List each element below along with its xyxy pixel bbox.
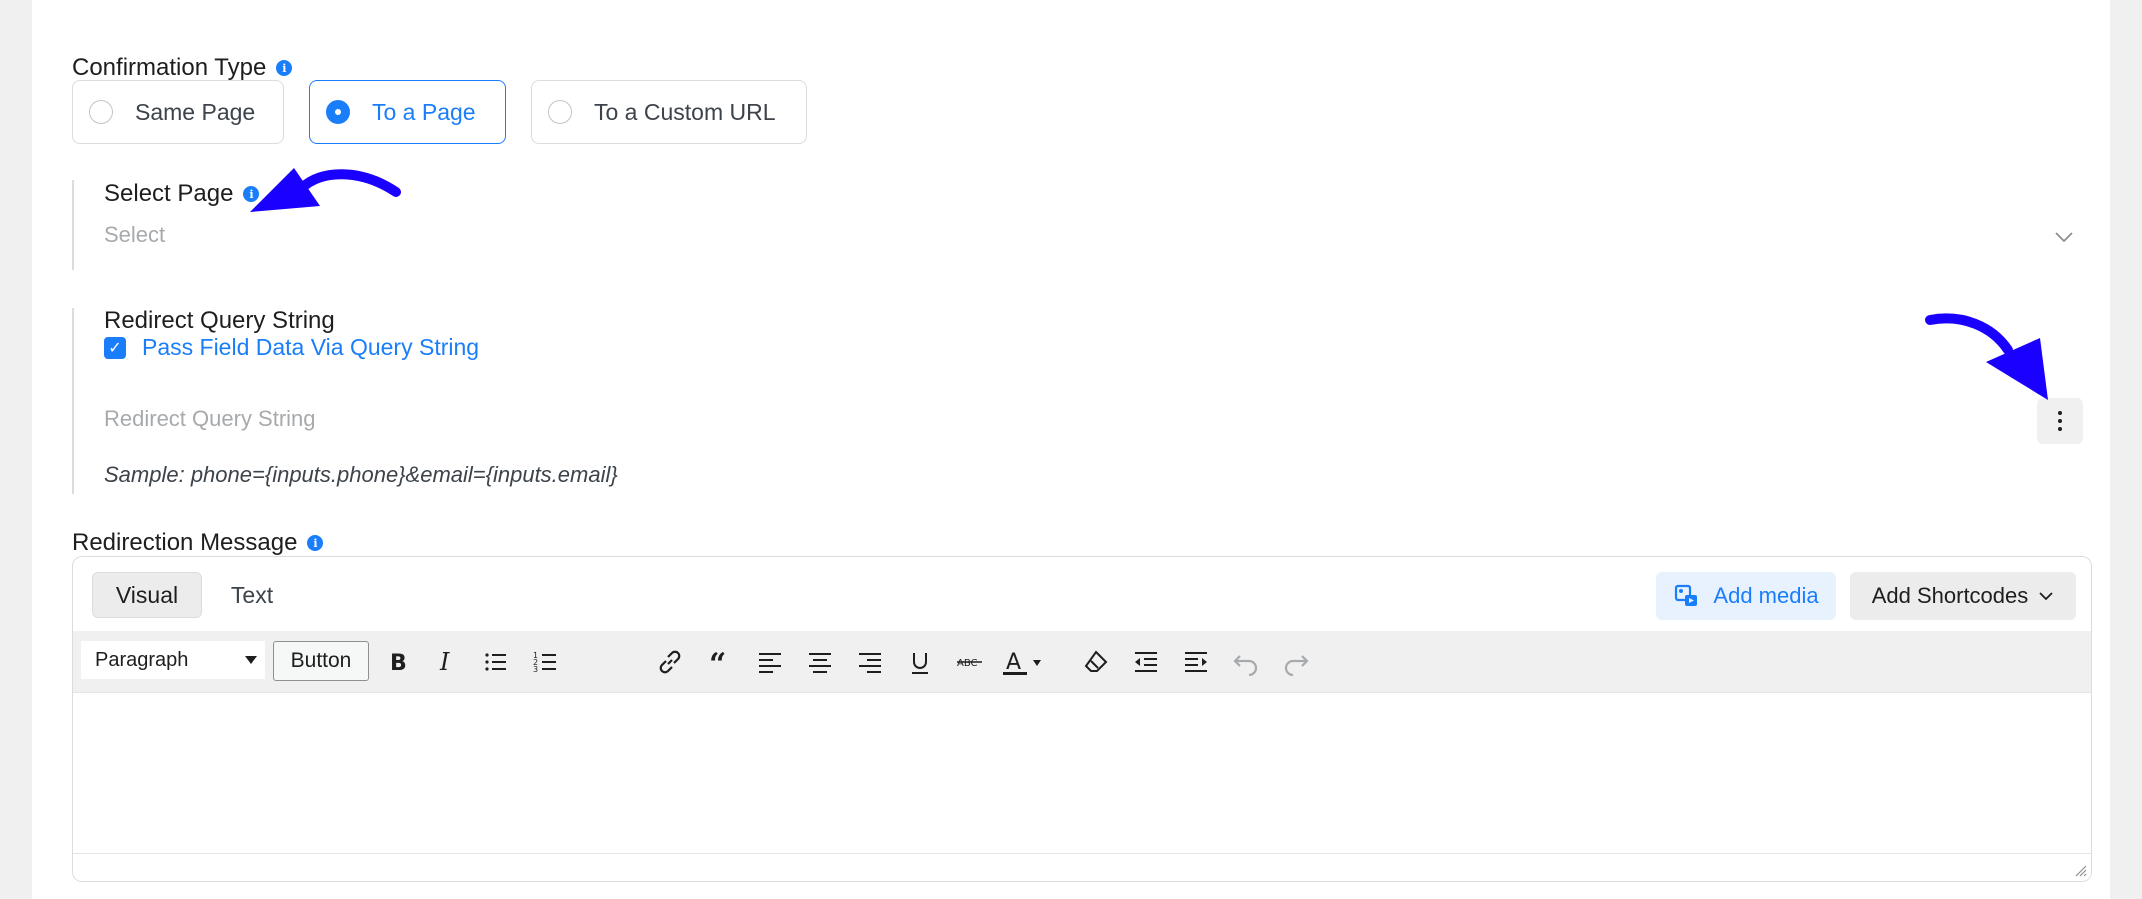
button-label: Button [290, 649, 352, 672]
underline-icon[interactable] [905, 647, 935, 677]
svg-text:ABC: ABC [957, 658, 978, 669]
section-divider [72, 180, 74, 270]
redo-icon[interactable] [1281, 647, 1311, 677]
svg-text:“: “ [709, 648, 726, 676]
insert-button-button[interactable]: Button [273, 641, 369, 681]
clear-formatting-icon[interactable] [1081, 647, 1111, 677]
tab-label: Visual [115, 581, 179, 608]
checkbox-checked-icon[interactable]: ✓ [104, 336, 126, 359]
section-divider [72, 308, 74, 494]
chevron-down-icon [2055, 232, 2073, 243]
redirect-query-input[interactable]: Redirect Query String [104, 406, 2024, 440]
svg-text:B: B [390, 651, 407, 676]
italic-icon[interactable]: I [431, 647, 461, 677]
bold-icon[interactable]: B [382, 647, 412, 677]
add-media-label: Add media [1713, 583, 1819, 608]
format-select-value: Paragraph [95, 648, 189, 671]
radio-checked-icon [326, 100, 350, 124]
undo-icon[interactable] [1231, 647, 1261, 677]
sample-hint: Sample: phone={inputs.phone}&email={inpu… [104, 462, 618, 487]
tab-label: Text [230, 581, 274, 608]
svg-text:A: A [1006, 650, 1021, 675]
rich-text-editor: Visual Text Add media Add Shortcodes Par… [72, 556, 2092, 882]
add-shortcodes-label: Add Shortcodes [1871, 583, 2029, 608]
info-icon[interactable]: i [276, 60, 293, 76]
bullet-list-icon[interactable] [481, 647, 511, 677]
editor-toolbar: Paragraph Button B I 1 2 3 “ ABC A [73, 631, 2091, 693]
radio-circle-icon [548, 100, 572, 124]
resize-handle-icon[interactable] [2073, 863, 2087, 877]
radio-same-page[interactable]: Same Page [72, 80, 284, 144]
tab-text[interactable]: Text [210, 572, 294, 618]
dot [2058, 411, 2062, 415]
info-icon[interactable]: i [307, 535, 324, 551]
align-left-icon[interactable] [755, 647, 785, 677]
caret-down-icon [245, 656, 257, 664]
select-page-text: Select Page [104, 180, 234, 207]
dot [2058, 419, 2062, 423]
text-color-icon[interactable]: A [1003, 647, 1043, 677]
radio-circle-icon [89, 100, 113, 124]
select-page-label: Select Page i [104, 180, 260, 208]
format-select[interactable]: Paragraph [81, 641, 265, 679]
align-right-icon[interactable] [855, 647, 885, 677]
redirection-message-label: Redirection Message i [72, 529, 324, 557]
redirect-query-text: Redirect Query String [104, 307, 335, 334]
chevron-down-icon [2039, 592, 2053, 601]
radio-label: To a Custom URL [594, 98, 776, 125]
add-media-button[interactable]: Add media [1656, 572, 1836, 620]
pass-field-data-checkbox[interactable]: ✓ Pass Field Data Via Query String [104, 334, 479, 361]
numbered-list-icon[interactable]: 1 2 3 [531, 647, 561, 677]
radio-to-a-page[interactable]: To a Page [309, 80, 506, 144]
select-placeholder: Select [104, 222, 166, 247]
redirection-message-text: Redirection Message [72, 529, 298, 556]
confirmation-type-text: Confirmation Type [72, 54, 267, 81]
add-shortcodes-button[interactable]: Add Shortcodes [1850, 572, 2076, 620]
annotation-arrow-icon [250, 168, 401, 212]
link-icon[interactable] [655, 647, 685, 677]
redirect-query-label: Redirect Query String [104, 307, 335, 335]
indent-icon[interactable] [1181, 647, 1211, 677]
svg-text:3: 3 [533, 665, 538, 674]
media-icon [1675, 584, 1698, 606]
strikethrough-icon[interactable]: ABC [955, 647, 985, 677]
blockquote-icon[interactable]: “ [705, 647, 735, 677]
radio-label: To a Page [372, 98, 476, 125]
editor-status-bar [73, 853, 2091, 881]
dot [2058, 427, 2062, 431]
radio-label: Same Page [135, 98, 256, 125]
svg-text:I: I [439, 648, 450, 676]
outdent-icon[interactable] [1131, 647, 1161, 677]
input-placeholder: Redirect Query String [104, 406, 316, 431]
align-center-icon[interactable] [805, 647, 835, 677]
checkbox-label[interactable]: Pass Field Data Via Query String [142, 334, 479, 361]
editor-content-area[interactable] [73, 694, 2091, 854]
annotation-arrow-icon [1925, 313, 2048, 400]
radio-custom-url[interactable]: To a Custom URL [531, 80, 807, 144]
tab-visual[interactable]: Visual [92, 572, 202, 618]
confirmation-type-label: Confirmation Type i [72, 54, 293, 82]
